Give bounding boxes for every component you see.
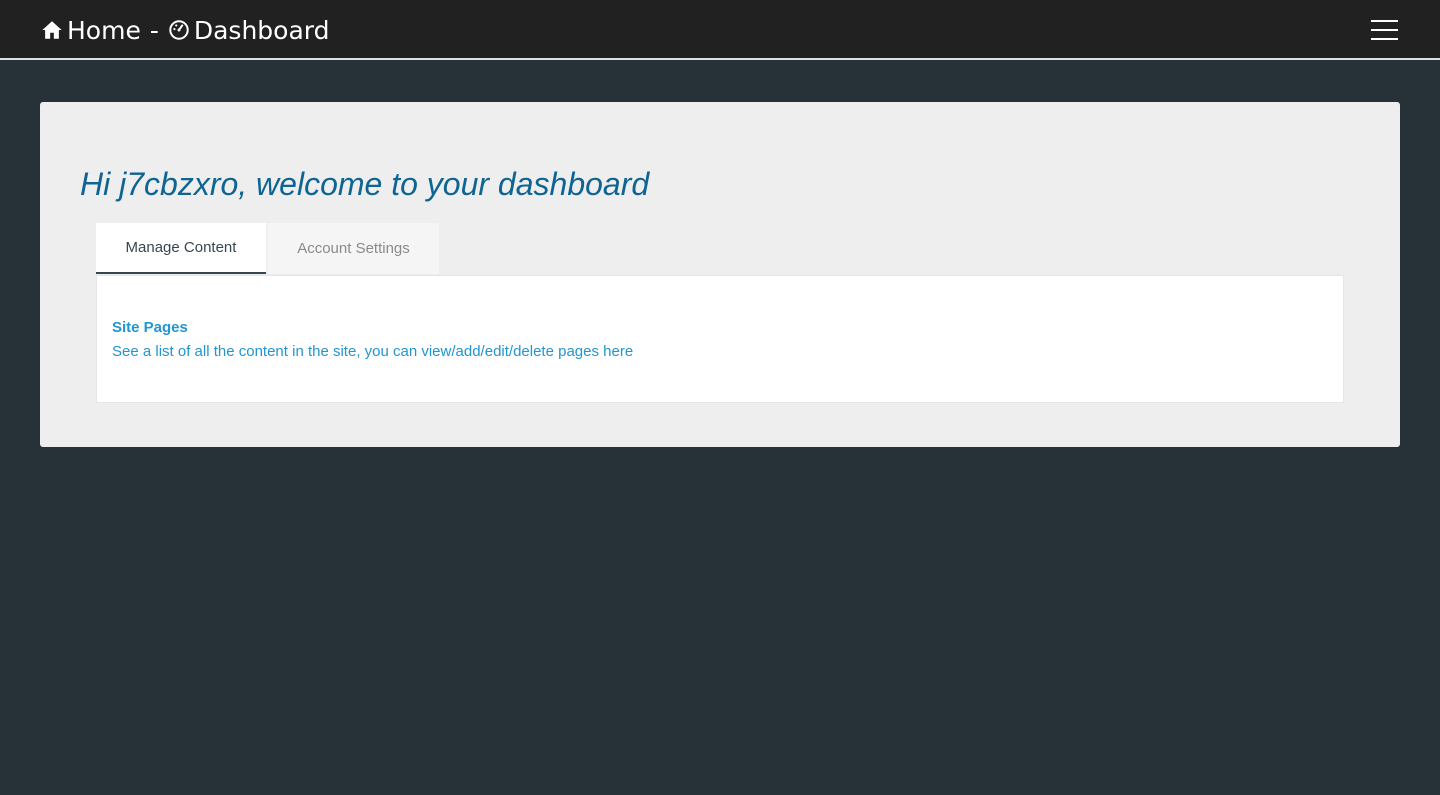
home-link[interactable]: Home	[41, 16, 141, 45]
dashboard-gauge-icon	[168, 19, 190, 41]
dashboard-tabs: Manage Content Account Settings	[96, 223, 439, 274]
title-separator: -	[149, 15, 159, 45]
tab-account-settings[interactable]: Account Settings	[268, 223, 439, 274]
welcome-heading: Hi j7cbzxro, welcome to your dashboard	[80, 166, 650, 202]
dashboard-link[interactable]: Dashboard	[168, 16, 330, 45]
top-navbar: Home - Dashboard	[0, 0, 1440, 60]
home-icon	[41, 19, 63, 41]
site-pages-link[interactable]: Site Pages	[112, 319, 188, 336]
navbar-brand: Home - Dashboard	[41, 0, 330, 60]
manage-content-pane: Site Pages See a list of all the content…	[96, 275, 1344, 403]
home-label: Home	[67, 15, 141, 45]
hamburger-menu-icon[interactable]	[1371, 18, 1398, 40]
site-pages-description-link[interactable]: See a list of all the content in the sit…	[112, 343, 633, 360]
tab-manage-content[interactable]: Manage Content	[96, 223, 266, 274]
dashboard-panel: Hi j7cbzxro, welcome to your dashboard M…	[40, 102, 1400, 447]
dashboard-label: Dashboard	[193, 15, 330, 45]
